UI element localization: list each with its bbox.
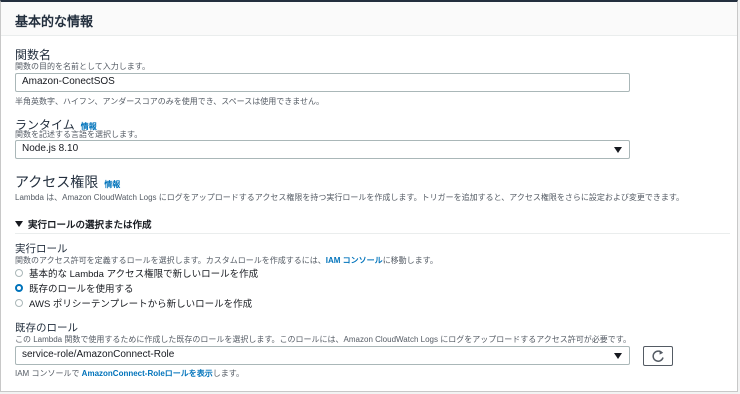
function-name-description: 関数の目的を名前として入力します。 [15,62,150,71]
refresh-button[interactable] [643,346,673,366]
view-role-link[interactable]: AmazonConnect-Roleロールを表示 [82,369,213,378]
radio-policy-template-role[interactable] [15,299,23,307]
existing-role-select-value: service-role/AmazonConnect-Role [22,349,175,360]
chevron-down-icon [614,353,622,359]
existing-role-description: この Lambda 関数で使用するために作成した既存のロールを選択します。このロ… [15,335,631,344]
execution-role-expander[interactable]: 実行ロールの選択または作成 [15,217,730,234]
radio-create-basic-role[interactable] [15,269,23,277]
existing-role-footer-prefix: IAM コンソールで [15,369,82,378]
existing-role-select[interactable]: service-role/AmazonConnect-Role [15,346,630,365]
basic-info-panel: 基本的な情報 関数名 関数の目的を名前として入力します。 Amazon-Cone… [0,0,738,392]
execution-role-label: 実行ロール [15,243,68,255]
runtime-select[interactable]: Node.js 8.10 [15,140,630,159]
execution-role-expander-label: 実行ロールの選択または作成 [28,220,152,231]
refresh-icon [652,350,664,362]
caret-down-icon [15,221,23,227]
existing-role-footer: IAM コンソールで AmazonConnect-Roleロールを表示します。 [15,368,244,379]
runtime-select-value: Node.js 8.10 [22,143,79,154]
function-name-input[interactable]: Amazon-ConectSOS [15,73,630,92]
permissions-description: Lambda は、Amazon CloudWatch Logs にログをアップロ… [15,193,685,202]
function-name-hint: 半角英数字、ハイフン、アンダースコアのみを使用でき、スペースは使用できません。 [15,97,325,106]
execution-role-description-text: 関数のアクセス許可を定義するロールを選択します。カスタムロールを作成するには、 [15,256,326,265]
radio-use-existing-role-label[interactable]: 既存のロールを使用する [29,281,134,295]
chevron-down-icon [614,147,622,153]
execution-role-description: 関数のアクセス許可を定義するロールを選択します。カスタムロールを作成するには、I… [15,255,438,266]
radio-use-existing-role[interactable] [15,284,23,292]
radio-create-basic-role-label[interactable]: 基本的な Lambda アクセス権限で新しいロールを作成 [29,266,258,280]
execution-role-description-suffix: に移動します。 [382,256,438,265]
permissions-heading-row: アクセス権限 情報 [15,172,120,192]
permissions-heading: アクセス権限 [15,174,99,190]
section-title: 基本的な情報 [1,2,737,36]
radio-policy-template-role-label[interactable]: AWS ポリシーテンプレートから新しいロールを作成 [29,296,252,310]
runtime-description: 関数を記述する言語を選択します。 [15,130,143,139]
permissions-info-link[interactable]: 情報 [104,180,120,189]
iam-console-link[interactable]: IAM コンソール [326,256,383,265]
existing-role-footer-suffix: します。 [212,369,244,378]
existing-role-label: 既存のロール [15,322,78,334]
